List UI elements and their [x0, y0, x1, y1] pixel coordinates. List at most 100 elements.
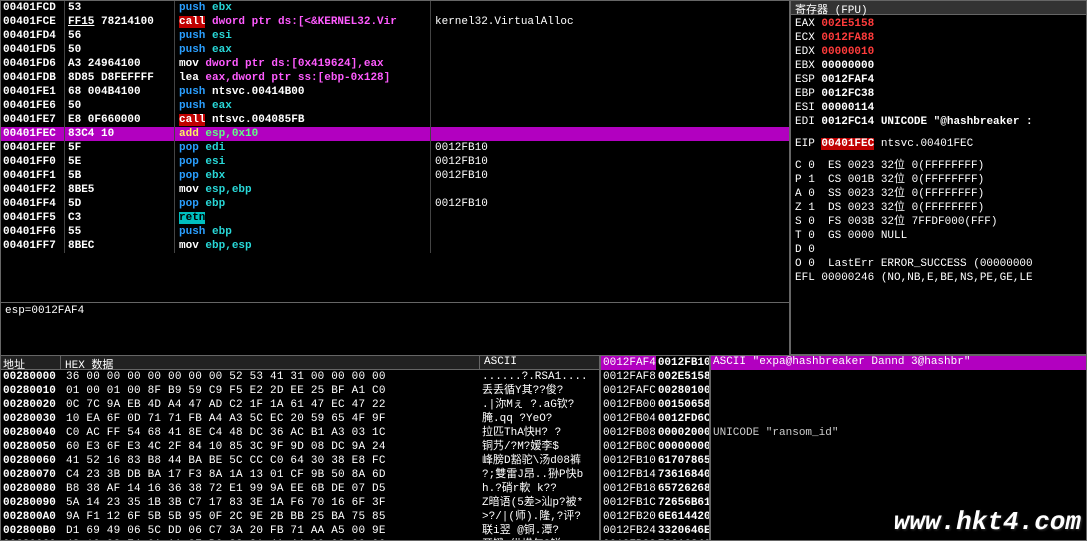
- hex-row[interactable]: 002800200C 7C 9A EB 4D A4 47 AD C2 1F 1A…: [1, 398, 599, 412]
- disasm-row[interactable]: 00401FD456push esi: [1, 29, 789, 43]
- disasm-row[interactable]: 00401FCD53push ebx: [1, 1, 789, 15]
- disasm-row[interactable]: 00401FE650push eax: [1, 99, 789, 113]
- stack-row[interactable]: 0012FB0000150658: [601, 398, 709, 412]
- disasm-address: 00401FE6: [1, 99, 65, 113]
- disassembly-pane[interactable]: 00401FCD53push ebx00401FCEFF15 78214100c…: [0, 0, 790, 303]
- disasm-instruction: pop esi: [175, 155, 430, 169]
- disasm-comment: 0012FB10: [430, 169, 789, 183]
- disasm-row[interactable]: 00401FD550push eax: [1, 43, 789, 57]
- disasm-row[interactable]: 00401FE7E8 0F660000call ntsvc.004085FB: [1, 113, 789, 127]
- disasm-comment: kernel32.VirtualAlloc: [430, 15, 789, 29]
- disasm-bytes: C3: [65, 211, 175, 225]
- hex-row[interactable]: 0028003010 EA 6F 0D 71 71 FB A4 A3 5C EC…: [1, 412, 599, 426]
- hex-address: 002800A0: [1, 510, 63, 524]
- disasm-comment: [430, 183, 789, 197]
- hex-row[interactable]: 0028006041 52 16 83 B8 44 BA BE 5C CC C0…: [1, 454, 599, 468]
- disasm-address: 00401FF2: [1, 183, 65, 197]
- disasm-address: 00401FF6: [1, 225, 65, 239]
- disasm-row[interactable]: 00401FF28BE5mov esp,ebp: [1, 183, 789, 197]
- stack-row[interactable]: 0012FB1473616840: [601, 468, 709, 482]
- hex-ascii: 丢丢循Y其??俊?: [479, 384, 599, 398]
- disasm-row[interactable]: 00401FCEFF15 78214100call dword ptr ds:[…: [1, 15, 789, 29]
- hex-address: 00280060: [1, 454, 63, 468]
- disasm-row[interactable]: 00401FF655push ebp: [1, 225, 789, 239]
- stack-row[interactable]: 0012FB243320646E: [601, 524, 709, 538]
- disasm-bytes: 50: [65, 99, 175, 113]
- stack-address: 0012FB20: [601, 510, 656, 524]
- disasm-row[interactable]: 00401FEC83C4 10add esp,0x10: [1, 127, 789, 141]
- hex-ascii: 联i翌 @铜.潭?: [479, 524, 599, 538]
- disasm-comment: [430, 71, 789, 85]
- hex-row[interactable]: 00280040C0 AC FF 54 68 41 8E C4 48 DC 36…: [1, 426, 599, 440]
- stack-row[interactable]: 0012FAFC00280100: [601, 384, 709, 398]
- disasm-comment: [430, 43, 789, 57]
- disasm-comment: 0012FB10: [430, 141, 789, 155]
- disasm-instruction: mov esp,ebp: [175, 183, 430, 197]
- disasm-instruction: retn: [175, 211, 430, 225]
- disasm-address: 00401FF7: [1, 239, 65, 253]
- hex-address: 00280050: [1, 440, 63, 454]
- hexdump-header: 地址 HEX 数据 ASCII: [1, 356, 599, 370]
- hex-address: 00280020: [1, 398, 63, 412]
- disasm-instruction: push eax: [175, 43, 430, 57]
- disasm-row[interactable]: 00401FDB8D85 D8FEFFFFlea eax,dword ptr s…: [1, 71, 789, 85]
- disasm-row[interactable]: 00401FEF5Fpop edi0012FB10: [1, 141, 789, 155]
- hex-row[interactable]: 00280080B8 38 AF 14 16 36 38 72 E1 99 9A…: [1, 482, 599, 496]
- stack-row[interactable]: 0012FB1061707865: [601, 454, 709, 468]
- hex-address: 00280010: [1, 384, 63, 398]
- disasm-bytes: 55: [65, 225, 175, 239]
- disasm-row[interactable]: 00401FF05Epop esi0012FB10: [1, 155, 789, 169]
- hex-address: 00280090: [1, 496, 63, 510]
- disasm-bytes: 83C4 10: [65, 127, 175, 141]
- disasm-row[interactable]: 00401FF15Bpop ebx0012FB10: [1, 169, 789, 183]
- disasm-comment: [430, 99, 789, 113]
- disasm-row[interactable]: 00401FF78BECmov ebp,esp: [1, 239, 789, 253]
- stack-address: 0012FAFC: [601, 384, 656, 398]
- hex-address: 00280040: [1, 426, 63, 440]
- disasm-instruction: push ntsvc.00414B00: [175, 85, 430, 99]
- disasm-row[interactable]: 00401FE168 004B4100push ntsvc.00414B00: [1, 85, 789, 99]
- stack-value: 6E614420: [656, 510, 710, 524]
- disasm-address: 00401FE7: [1, 113, 65, 127]
- hex-row[interactable]: 002800905A 14 23 35 1B 3B C7 17 83 3E 1A…: [1, 496, 599, 510]
- stack-row[interactable]: 0012FAF8002E5158: [601, 370, 709, 384]
- disasm-comment: [430, 85, 789, 99]
- hex-ascii: 铜艿/?M?嫒李$: [479, 440, 599, 454]
- hex-ascii: 腌.qq ?YeO?: [479, 412, 599, 426]
- registers-pane[interactable]: 寄存器 (FPU) EAX 002E5158ECX 0012FA88EDX 00…: [790, 0, 1087, 355]
- disasm-row[interactable]: 00401FF5C3retn: [1, 211, 789, 225]
- stack-address: 0012FB10: [601, 454, 656, 468]
- stack-row[interactable]: 0012FAF40012FB10: [601, 356, 709, 370]
- stack-pane[interactable]: 0012FAF40012FB100012FAF8002E51580012FAFC…: [600, 355, 710, 541]
- status-text: esp=0012FAF4: [5, 305, 84, 317]
- hex-row[interactable]: 0028000036 00 00 00 00 00 00 00 52 53 41…: [1, 370, 599, 384]
- stack-address: 0012FB18: [601, 482, 656, 496]
- disasm-bytes: 8BEC: [65, 239, 175, 253]
- disasm-address: 00401FF5: [1, 211, 65, 225]
- stack-value: 0012FB10: [656, 356, 710, 370]
- hex-row[interactable]: 00280070C4 23 3B DB BA 17 F3 8A 1A 13 01…: [1, 468, 599, 482]
- disasm-address: 00401FF0: [1, 155, 65, 169]
- stack-value: 00002000: [656, 426, 710, 440]
- stack-row[interactable]: 0012FB1865726268: [601, 482, 709, 496]
- hex-row[interactable]: 0028005060 E3 6F E3 4C 2F 84 10 85 3C 9F…: [1, 440, 599, 454]
- hexdump-pane[interactable]: 地址 HEX 数据 ASCII 0028000036 00 00 00 00 0…: [0, 355, 600, 541]
- disasm-address: 00401FD6: [1, 57, 65, 71]
- stack-row[interactable]: 0012FB206E614420: [601, 510, 709, 524]
- stack-row[interactable]: 0012FB0800002000: [601, 426, 709, 440]
- hex-address: 002800B0: [1, 524, 63, 538]
- stack-comment-pane[interactable]: ASCII "expa@hashbreaker Dannd 3@hashbr" …: [710, 355, 1087, 541]
- hex-row[interactable]: 002800B0D1 69 49 06 5C DD 06 C7 3A 20 FB…: [1, 524, 599, 538]
- hex-row[interactable]: 0028001001 00 01 00 8F B9 59 C9 F5 E2 2D…: [1, 384, 599, 398]
- disasm-comment: [430, 225, 789, 239]
- disasm-address: 00401FEF: [1, 141, 65, 155]
- disasm-instruction: push eax: [175, 99, 430, 113]
- stack-row[interactable]: 0012FB040012FD6C: [601, 412, 709, 426]
- hex-bytes: B8 38 AF 14 16 36 38 72 E1 99 9A EE 6B D…: [63, 482, 479, 496]
- disasm-comment: [430, 211, 789, 225]
- stack-row[interactable]: 0012FB1C72656B61: [601, 496, 709, 510]
- stack-row[interactable]: 0012FB0C00000000: [601, 440, 709, 454]
- disasm-row[interactable]: 00401FD6A3 24964100mov dword ptr ds:[0x4…: [1, 57, 789, 71]
- disasm-row[interactable]: 00401FF45Dpop ebp0012FB10: [1, 197, 789, 211]
- hex-row[interactable]: 002800A09A F1 12 6F 5B 5B 95 0F 2C 9E 2B…: [1, 510, 599, 524]
